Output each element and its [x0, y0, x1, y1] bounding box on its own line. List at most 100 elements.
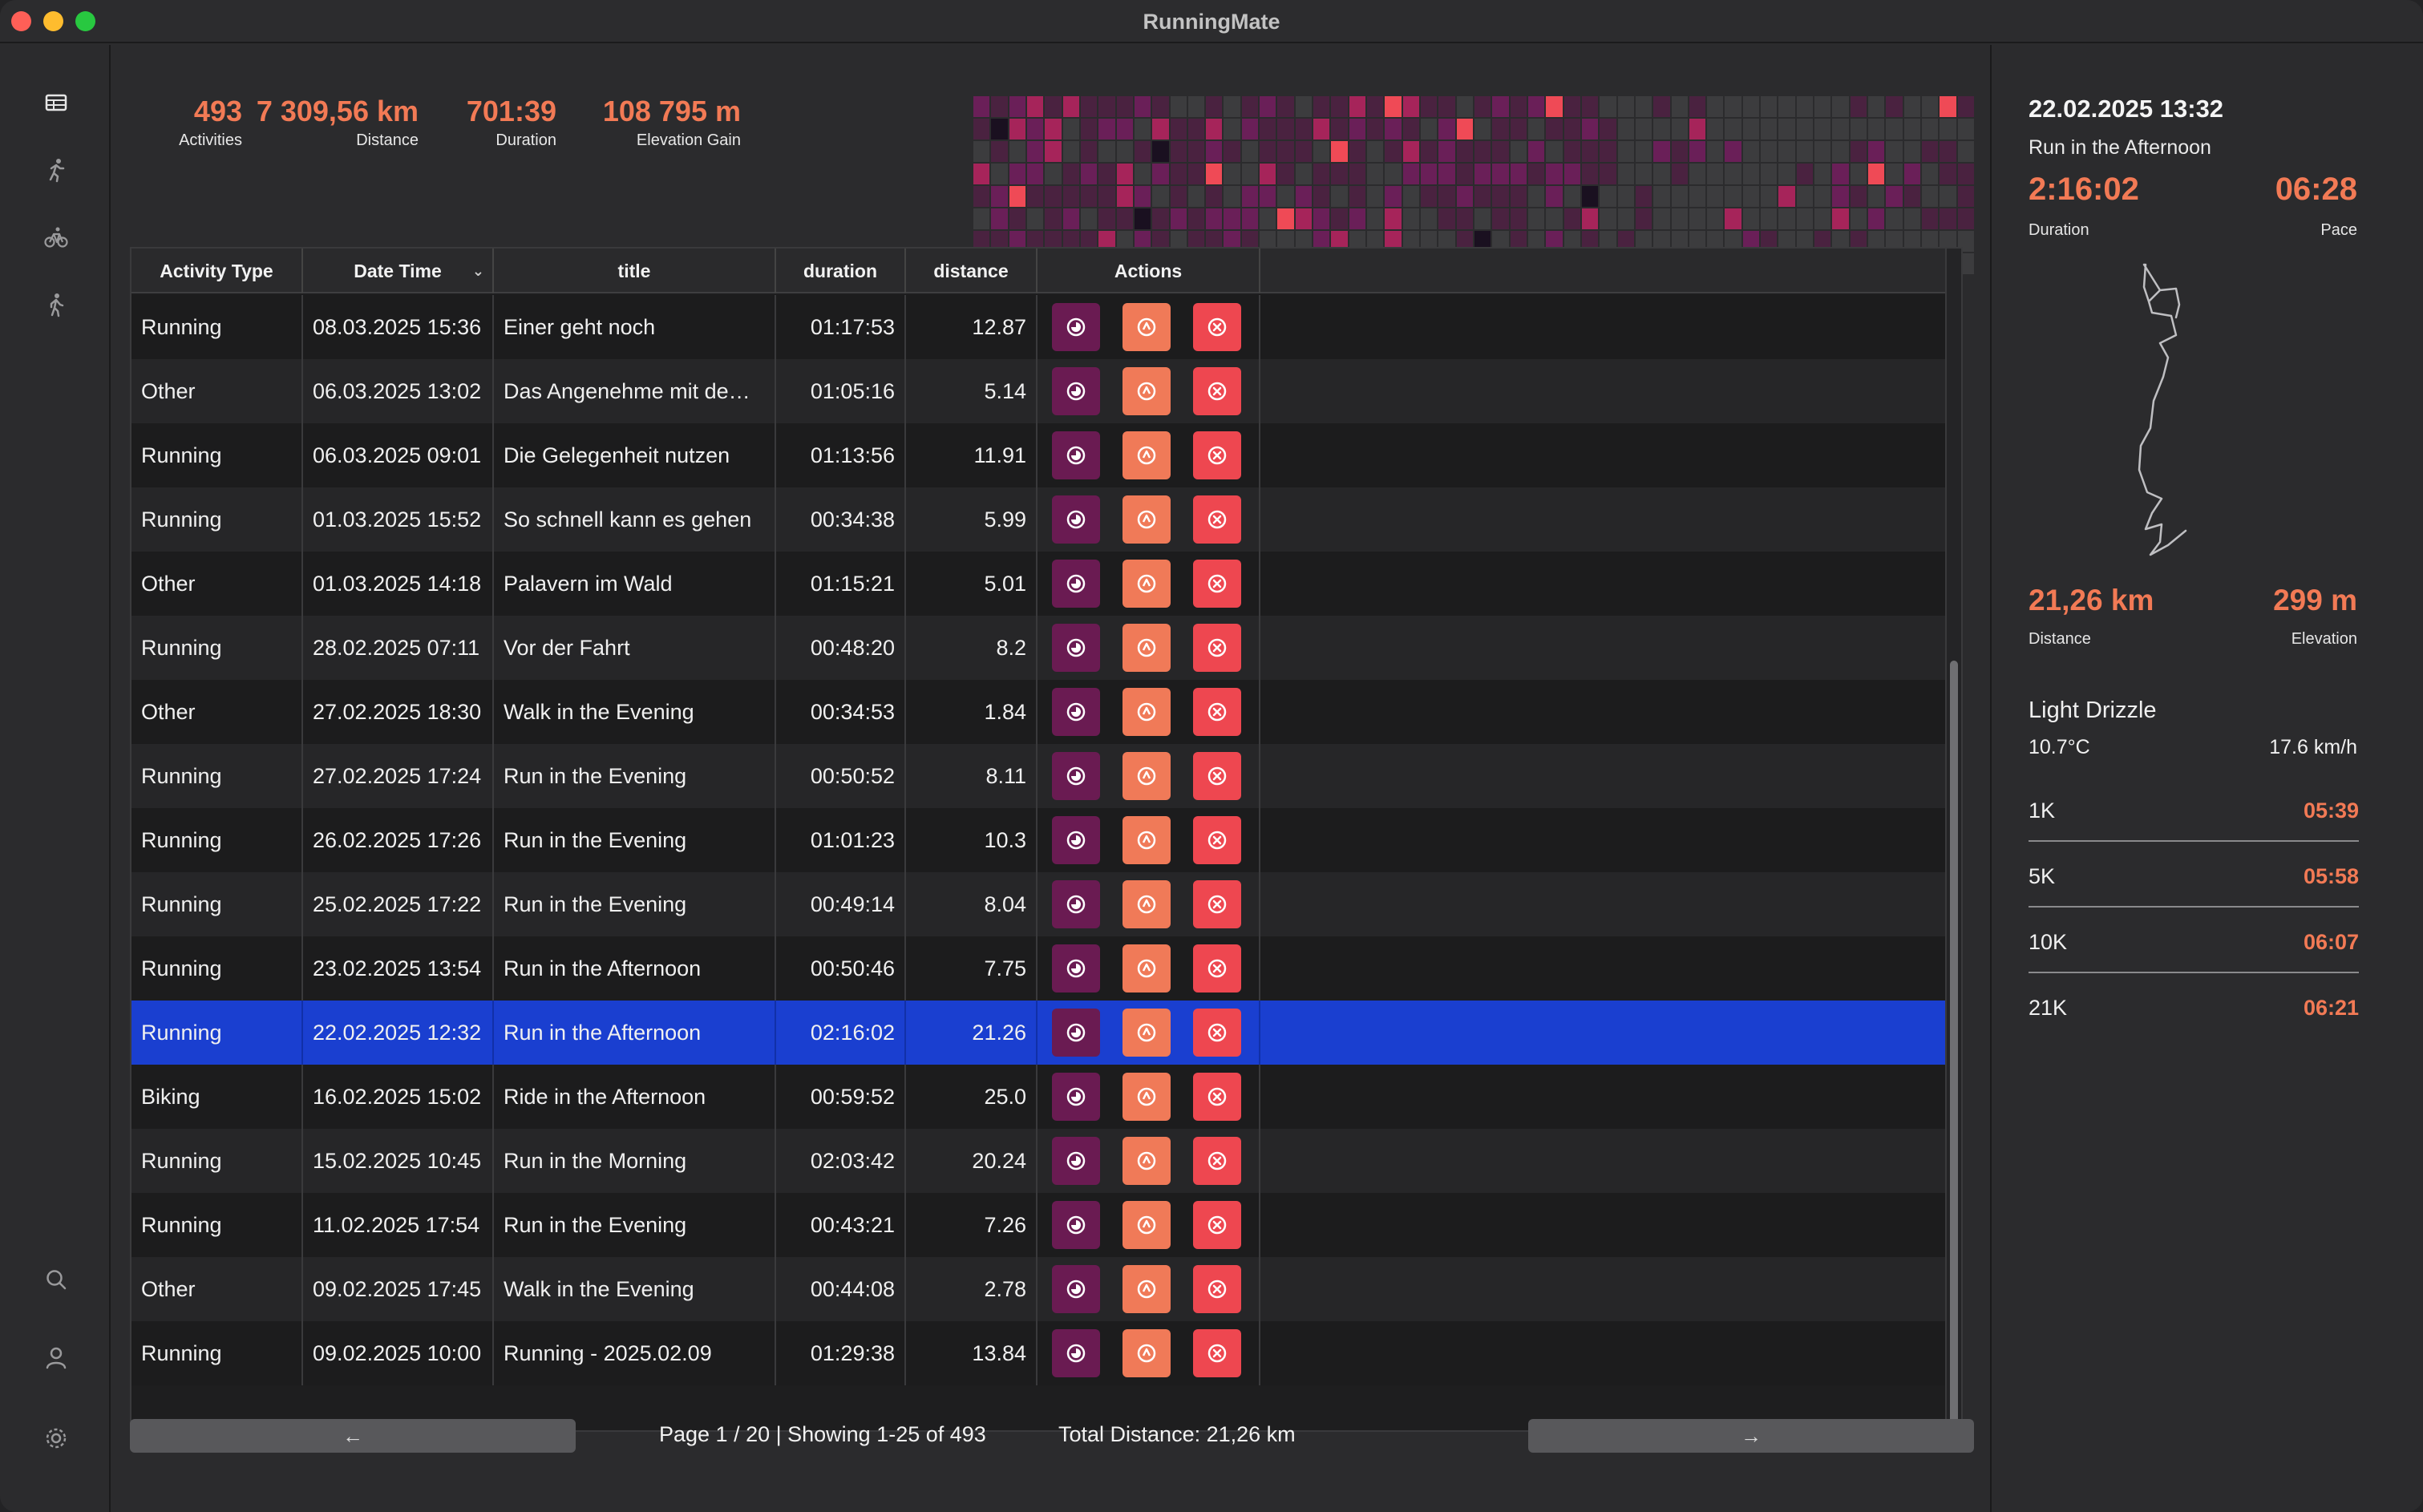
- delete-activity-button[interactable]: [1193, 816, 1241, 864]
- open-strava-button[interactable]: [1123, 688, 1171, 736]
- table-row[interactable]: Other 01.03.2025 14:18 Palavern im Wald 01:…: [131, 552, 1948, 616]
- open-strava-button[interactable]: [1123, 1265, 1171, 1313]
- cell-filler: [1260, 359, 1948, 423]
- column-header-title[interactable]: title: [494, 249, 776, 293]
- open-strava-button[interactable]: [1123, 1137, 1171, 1185]
- view-activity-button[interactable]: [1052, 560, 1100, 608]
- heatmap-cell: [1886, 119, 1903, 139]
- previous-page-button[interactable]: ←: [130, 1419, 576, 1453]
- view-activity-button[interactable]: [1052, 624, 1100, 672]
- heatmap-cell: [1886, 186, 1903, 207]
- view-activity-button[interactable]: [1052, 1137, 1100, 1185]
- view-activity-button[interactable]: [1052, 688, 1100, 736]
- table-row[interactable]: Other 09.02.2025 17:45 Walk in the Evening…: [131, 1257, 1948, 1321]
- open-strava-button[interactable]: [1123, 303, 1171, 351]
- view-activity-button[interactable]: [1052, 944, 1100, 993]
- open-strava-button[interactable]: [1123, 944, 1171, 993]
- delete-activity-button[interactable]: [1193, 752, 1241, 800]
- view-activity-button[interactable]: [1052, 495, 1100, 544]
- delete-activity-button[interactable]: [1193, 495, 1241, 544]
- table-row[interactable]: Running 06.03.2025 09:01 Die Gelegenheit n…: [131, 423, 1948, 487]
- delete-activity-button[interactable]: [1193, 367, 1241, 415]
- column-header-activity-type[interactable]: Activity Type: [131, 249, 303, 293]
- table-row[interactable]: Running 25.02.2025 17:22 Run in the Evenin…: [131, 872, 1948, 936]
- main-content: 493 Activities 7 309,56 km Distance 701:…: [112, 45, 1990, 1512]
- open-strava-button[interactable]: [1123, 1329, 1171, 1377]
- open-strava-button[interactable]: [1123, 624, 1171, 672]
- heatmap-cell: [1492, 96, 1509, 117]
- view-activity-button[interactable]: [1052, 303, 1100, 351]
- view-activity-button[interactable]: [1052, 367, 1100, 415]
- detail-distance-label: Distance: [2029, 630, 2091, 648]
- search-icon[interactable]: [40, 1263, 72, 1296]
- open-strava-button[interactable]: [1123, 495, 1171, 544]
- stat-label: Activities: [179, 131, 242, 149]
- delete-activity-button[interactable]: [1193, 560, 1241, 608]
- delete-activity-button[interactable]: [1193, 1137, 1241, 1185]
- table-icon[interactable]: [40, 87, 72, 119]
- view-activity-button[interactable]: [1052, 1265, 1100, 1313]
- table-row[interactable]: Running 09.02.2025 10:00 Running - 2025.02…: [131, 1321, 1948, 1385]
- delete-activity-button[interactable]: [1193, 431, 1241, 479]
- heatmap-cell: [1170, 208, 1187, 229]
- table-row[interactable]: Running 23.02.2025 13:54 Run in the Aftern…: [131, 936, 1948, 1001]
- table-scrollbar[interactable]: [1945, 249, 1961, 1430]
- cell-distance: 7.26: [906, 1193, 1038, 1257]
- view-activity-button[interactable]: [1052, 816, 1100, 864]
- table-row[interactable]: Running 11.02.2025 17:54 Run in the Evenin…: [131, 1193, 1948, 1257]
- table-row[interactable]: Running 01.03.2025 15:52 So schnell kann e…: [131, 487, 1948, 552]
- delete-activity-button[interactable]: [1193, 1009, 1241, 1057]
- cell-distance: 21.26: [906, 1001, 1038, 1065]
- table-row[interactable]: Running 22.02.2025 12:32 Run in the Aftern…: [131, 1001, 1948, 1065]
- delete-activity-button[interactable]: [1193, 1329, 1241, 1377]
- delete-icon: [1206, 380, 1228, 402]
- open-strava-button[interactable]: [1123, 367, 1171, 415]
- open-strava-button[interactable]: [1123, 880, 1171, 928]
- delete-activity-button[interactable]: [1193, 624, 1241, 672]
- column-header-distance[interactable]: distance: [906, 249, 1038, 293]
- view-activity-button[interactable]: [1052, 752, 1100, 800]
- view-activity-button[interactable]: [1052, 1073, 1100, 1121]
- gear-icon[interactable]: [40, 1422, 72, 1454]
- delete-activity-button[interactable]: [1193, 1201, 1241, 1249]
- open-strava-button[interactable]: [1123, 1073, 1171, 1121]
- stat-elevation-gain: 108 795 m Elevation Gain: [593, 95, 741, 150]
- running-icon[interactable]: [40, 154, 72, 186]
- open-strava-button[interactable]: [1123, 431, 1171, 479]
- next-page-button[interactable]: →: [1528, 1419, 1974, 1453]
- person-icon[interactable]: [40, 1342, 72, 1374]
- cell-title: Run in the Evening: [494, 808, 776, 872]
- table-row[interactable]: Running 26.02.2025 17:26 Run in the Evenin…: [131, 808, 1948, 872]
- cell-date-time: 27.02.2025 17:24: [303, 744, 494, 808]
- open-strava-button[interactable]: [1123, 1201, 1171, 1249]
- scrollbar-thumb[interactable]: [1950, 661, 1958, 1429]
- open-strava-button[interactable]: [1123, 1009, 1171, 1057]
- open-strava-button[interactable]: [1123, 816, 1171, 864]
- table-row[interactable]: Running 15.02.2025 10:45 Run in the Mornin…: [131, 1129, 1948, 1193]
- delete-activity-button[interactable]: [1193, 1265, 1241, 1313]
- delete-activity-button[interactable]: [1193, 880, 1241, 928]
- table-row[interactable]: Running 27.02.2025 17:24 Run in the Evenin…: [131, 744, 1948, 808]
- table-row[interactable]: Other 06.03.2025 13:02 Das Angenehme mit d…: [131, 359, 1948, 423]
- open-strava-button[interactable]: [1123, 560, 1171, 608]
- column-header-date-time[interactable]: Date Time ⌄: [303, 249, 494, 293]
- view-activity-button[interactable]: [1052, 880, 1100, 928]
- column-header-duration[interactable]: duration: [776, 249, 906, 293]
- table-row[interactable]: Other 27.02.2025 18:30 Walk in the Evening…: [131, 680, 1948, 744]
- open-strava-button[interactable]: [1123, 752, 1171, 800]
- heatmap-cell: [1224, 164, 1240, 184]
- bike-icon[interactable]: [40, 221, 72, 253]
- table-row[interactable]: Biking 16.02.2025 15:02 Ride in the Aftern…: [131, 1065, 1948, 1129]
- delete-activity-button[interactable]: [1193, 944, 1241, 993]
- view-activity-button[interactable]: [1052, 1009, 1100, 1057]
- table-row[interactable]: Running 08.03.2025 15:36 Einer geht noch 01…: [131, 295, 1948, 359]
- view-activity-button[interactable]: [1052, 431, 1100, 479]
- walking-icon[interactable]: [40, 289, 72, 321]
- view-activity-button[interactable]: [1052, 1329, 1100, 1377]
- view-activity-button[interactable]: [1052, 1201, 1100, 1249]
- delete-activity-button[interactable]: [1193, 1073, 1241, 1121]
- heatmap-cell: [1725, 96, 1741, 117]
- delete-activity-button[interactable]: [1193, 303, 1241, 351]
- delete-activity-button[interactable]: [1193, 688, 1241, 736]
- table-row[interactable]: Running 28.02.2025 07:11 Vor der Fahrt 00:4…: [131, 616, 1948, 680]
